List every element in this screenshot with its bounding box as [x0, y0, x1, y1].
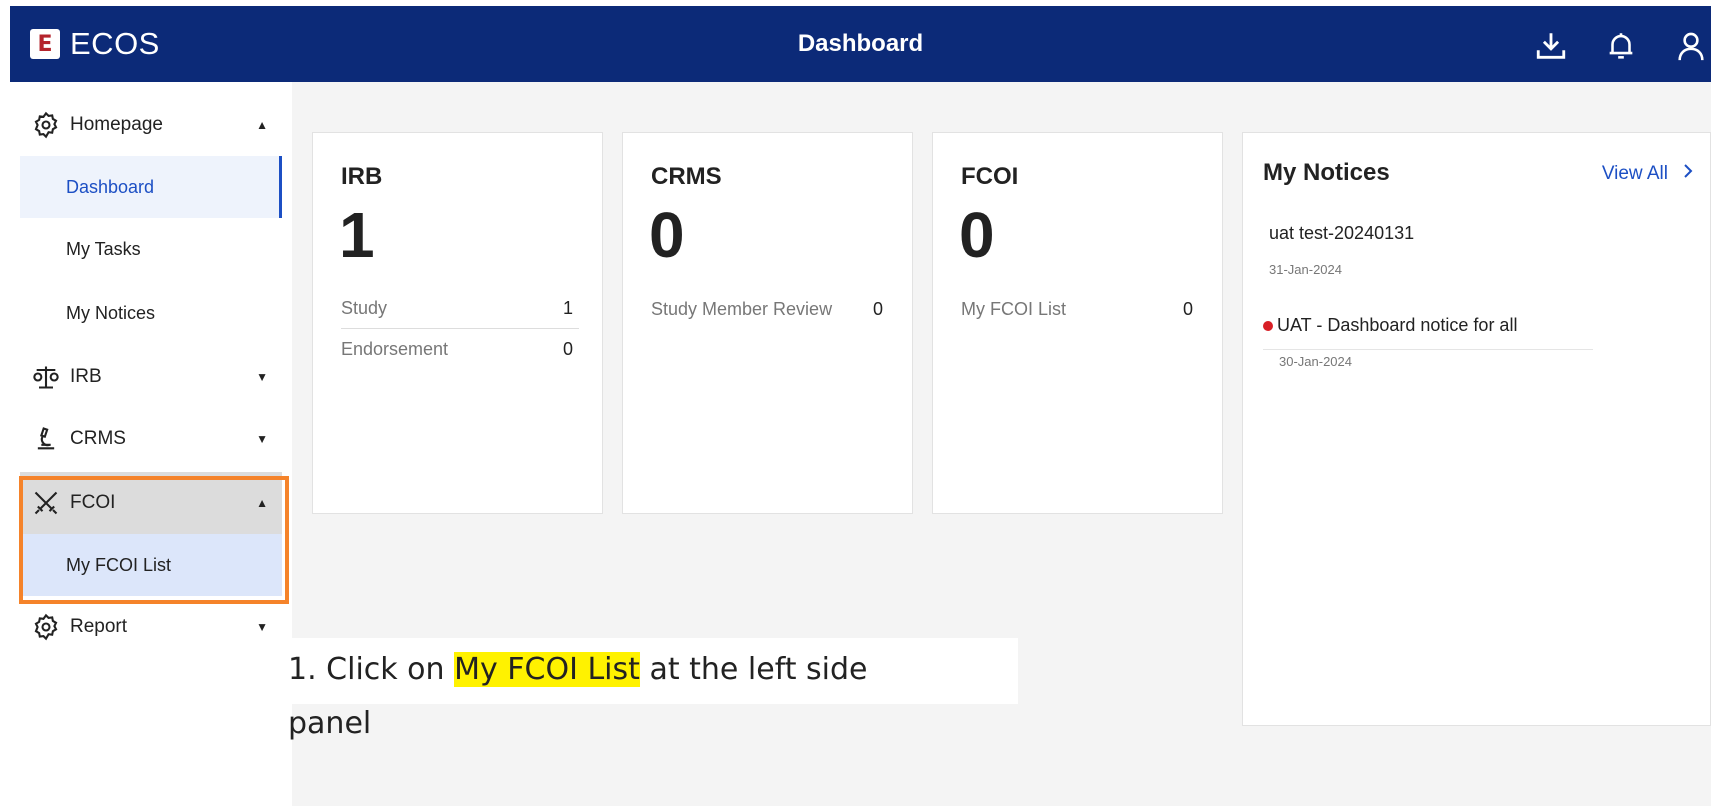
notice-title-row: UAT - Dashboard notice for all	[1263, 315, 1567, 336]
sidebar-item-dashboard[interactable]: Dashboard	[20, 156, 282, 218]
fcoi-card[interactable]: FCOI 0 My FCOI List 0	[932, 132, 1223, 514]
bell-icon[interactable]	[1601, 26, 1641, 66]
download-icon[interactable]	[1531, 26, 1571, 66]
user-icon[interactable]	[1671, 26, 1711, 66]
caret-down-icon: ▼	[256, 370, 268, 384]
instruction-suffix: at the left side	[639, 652, 868, 687]
notice-item[interactable]: UAT - Dashboard notice for all 30-Jan-20…	[1263, 315, 1567, 369]
sidebar-item-label: IRB	[70, 366, 102, 387]
caret-up-icon: ▲	[256, 118, 268, 132]
unread-dot-icon	[1263, 320, 1273, 331]
sidebar-item-label: Report	[70, 616, 128, 637]
card-title: FCOI	[961, 163, 1019, 190]
sidebar-item-my-notices[interactable]: My Notices	[20, 282, 282, 344]
page-title: Dashboard	[797, 30, 924, 57]
row-label: My FCOI List	[961, 298, 1067, 319]
view-all-link[interactable]: View All	[1602, 163, 1694, 185]
gear-icon	[30, 611, 62, 643]
card-count: 0	[649, 199, 685, 271]
scale-icon	[30, 361, 62, 393]
view-all-label: View All	[1601, 163, 1668, 184]
card-count: 1	[339, 199, 375, 271]
row-value: 0	[1182, 298, 1193, 319]
row-value: 0	[562, 338, 573, 359]
card-row-study[interactable]: Study 1	[341, 289, 579, 329]
notice-title: uat test-20240131	[1269, 223, 1415, 243]
chevron-right-icon	[1682, 163, 1694, 185]
row-label: Study	[341, 298, 388, 318]
instruction-caption: 1. Click on My FCOI List at the left sid…	[284, 638, 1018, 704]
microscope-icon	[30, 423, 62, 455]
row-value: 1	[562, 298, 573, 318]
sidebar-item-my-tasks[interactable]: My Tasks	[20, 218, 282, 280]
sidebar-item-report[interactable]: Report ▼	[20, 596, 282, 658]
instruction-prefix: 1. Click on	[288, 652, 455, 687]
annotation-highlight-box	[19, 476, 289, 604]
row-value: 0	[872, 298, 883, 319]
instruction-highlight: My FCOI List	[454, 652, 640, 687]
irb-card[interactable]: IRB 1 Study 1 Endorsement 0	[312, 132, 603, 514]
sidebar-item-label: CRMS	[70, 428, 126, 449]
row-label: Endorsement	[341, 338, 449, 359]
instruction-line2: panel	[288, 706, 372, 741]
sidebar-item-crms[interactable]: CRMS ▼	[20, 408, 282, 470]
card-row-my-fcoi-list[interactable]: My FCOI List 0	[961, 289, 1199, 329]
gear-icon	[30, 109, 62, 141]
card-row-study-member-review[interactable]: Study Member Review 0	[651, 289, 889, 329]
notices-title: My Notices	[1263, 159, 1390, 186]
row-label: Study Member Review	[651, 298, 833, 319]
notice-date: 31-Jan-2024	[1269, 262, 1342, 277]
caret-down-icon: ▼	[256, 432, 268, 446]
crms-card[interactable]: CRMS 0 Study Member Review 0	[622, 132, 913, 514]
notice-title: UAT - Dashboard notice for all	[1277, 315, 1518, 335]
card-title: IRB	[341, 163, 383, 190]
notice-date: 30-Jan-2024	[1279, 354, 1352, 369]
sidebar-item-label: Homepage	[70, 114, 163, 135]
caret-down-icon: ▼	[256, 620, 268, 634]
sidebar-item-homepage[interactable]: Homepage ▲	[20, 94, 282, 156]
card-count: 0	[959, 199, 995, 271]
card-title: CRMS	[651, 163, 722, 190]
top-header: E ECOS Dashboard	[10, 6, 1711, 82]
notice-item[interactable]: uat test-20240131 31-Jan-2024	[1263, 223, 1567, 277]
header-actions	[1531, 26, 1711, 66]
card-row-endorsement[interactable]: Endorsement 0	[341, 329, 579, 369]
my-notices-panel: My Notices View All uat test-20240131 31…	[1242, 132, 1711, 726]
left-sidebar: Homepage ▲ Dashboard My Tasks My Notices…	[0, 82, 292, 806]
sidebar-item-irb[interactable]: IRB ▼	[20, 346, 282, 408]
